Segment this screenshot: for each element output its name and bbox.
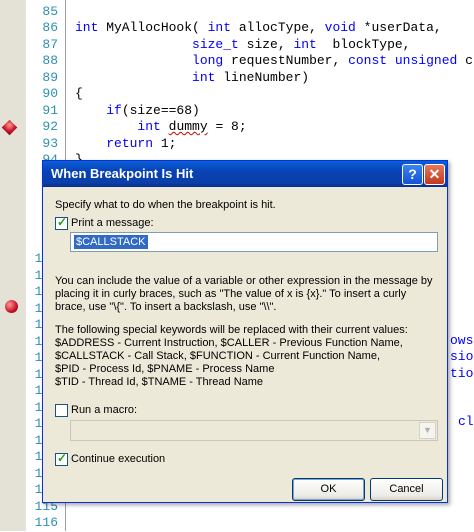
keywords-help-line: The following special keywords will be r… bbox=[55, 324, 408, 336]
chevron-down-icon[interactable]: ▼ bbox=[419, 422, 436, 439]
message-input-value: $CALLSTACK bbox=[74, 235, 148, 249]
keywords-help-line: $CALLSTACK - Call Stack, $FUNCTION - Cur… bbox=[55, 350, 380, 362]
code-token: lineNumber) bbox=[215, 70, 310, 85]
line-number: 91 bbox=[42, 103, 58, 118]
code-fragment: cl bbox=[458, 414, 474, 429]
dialog-title: When Breakpoint Is Hit bbox=[51, 166, 194, 181]
code-token: allocType, bbox=[231, 20, 325, 35]
line-number: 86 bbox=[42, 20, 58, 35]
continue-execution-label[interactable]: Continue execution bbox=[71, 453, 165, 465]
line-number: 90 bbox=[42, 86, 58, 101]
line-number: 88 bbox=[42, 53, 58, 68]
expression-help-text: You can include the value of a variable … bbox=[55, 275, 433, 313]
code-token: int bbox=[293, 37, 317, 52]
code-token: = 8; bbox=[207, 119, 247, 134]
run-macro-checkbox[interactable] bbox=[55, 404, 68, 417]
code-token: requestNumber, bbox=[223, 53, 349, 68]
line-number: 92 bbox=[42, 119, 58, 134]
message-input[interactable]: $CALLSTACK bbox=[70, 232, 438, 252]
keywords-help-line: $TID - Thread Id, $TNAME - Thread Name bbox=[55, 376, 264, 388]
code-token: const unsigned bbox=[348, 53, 458, 68]
keywords-help-line: $PID - Process Id, $PNAME - Process Name bbox=[55, 363, 275, 375]
code-token: int bbox=[137, 119, 161, 134]
code-token: 1; bbox=[153, 136, 177, 151]
checkmark-icon: ✓ bbox=[57, 451, 68, 465]
code-line[interactable]: long requestNumber, const unsigned c bbox=[75, 53, 473, 70]
continue-execution-checkbox[interactable]: ✓ bbox=[55, 451, 68, 466]
code-token: long bbox=[192, 53, 224, 68]
code-line[interactable]: if(size==68) bbox=[75, 103, 200, 120]
line-number: 93 bbox=[42, 136, 58, 151]
code-fragment: ows bbox=[450, 333, 474, 348]
code-token: blockType, bbox=[316, 37, 411, 52]
code-token: MyAllocHook( bbox=[98, 20, 208, 35]
checkmark-icon: ✓ bbox=[57, 215, 68, 229]
line-number: 116 bbox=[34, 515, 58, 530]
code-line[interactable]: return 1; bbox=[75, 136, 176, 153]
intro-text: Specify what to do when the breakpoint i… bbox=[55, 199, 276, 211]
line-number: 89 bbox=[42, 70, 58, 85]
macro-select[interactable]: ▼ bbox=[70, 420, 438, 441]
code-token: return bbox=[106, 136, 154, 151]
when-breakpoint-is-hit-dialog: When Breakpoint Is Hit ? ✕ Specify what … bbox=[42, 160, 448, 503]
code-line[interactable]: int dummy = 8; bbox=[75, 119, 247, 136]
cancel-button[interactable]: Cancel bbox=[370, 478, 443, 501]
code-token: size_t bbox=[192, 37, 239, 52]
print-message-checkbox[interactable]: ✓ bbox=[55, 215, 68, 230]
code-token: void bbox=[324, 20, 356, 35]
code-line[interactable]: size_t size, int blockType, bbox=[75, 37, 410, 54]
print-message-label[interactable]: Print a message: bbox=[71, 217, 154, 229]
code-token: c bbox=[457, 53, 473, 68]
code-token: if bbox=[106, 103, 122, 118]
keywords-help-line: $ADDRESS - Current Instruction, $CALLER … bbox=[55, 337, 403, 349]
breakpoint-icon[interactable] bbox=[5, 300, 18, 313]
help-icon[interactable]: ? bbox=[402, 164, 423, 185]
run-macro-label[interactable]: Run a macro: bbox=[71, 404, 137, 416]
code-token: int bbox=[207, 20, 232, 35]
breakpoint-margin[interactable] bbox=[0, 0, 26, 531]
line-number: 87 bbox=[42, 37, 58, 52]
code-token: (size==68) bbox=[121, 103, 200, 118]
close-icon[interactable]: ✕ bbox=[424, 164, 445, 185]
ok-button[interactable]: OK bbox=[292, 478, 365, 501]
code-token: *userData, bbox=[355, 20, 442, 35]
code-line[interactable]: int MyAllocHook( int allocType, void *us… bbox=[75, 20, 442, 37]
code-line[interactable]: { bbox=[75, 86, 83, 103]
line-number: 85 bbox=[42, 4, 58, 19]
code-token: int bbox=[75, 20, 99, 35]
code-fragment: tio bbox=[450, 366, 474, 381]
code-line[interactable]: int lineNumber) bbox=[75, 70, 309, 87]
dialog-titlebar[interactable]: When Breakpoint Is Hit ? ✕ bbox=[43, 161, 447, 187]
code-token: size, bbox=[238, 37, 294, 52]
code-token: dummy bbox=[168, 119, 208, 134]
code-fragment: sio bbox=[450, 349, 474, 364]
code-token: int bbox=[192, 70, 216, 85]
